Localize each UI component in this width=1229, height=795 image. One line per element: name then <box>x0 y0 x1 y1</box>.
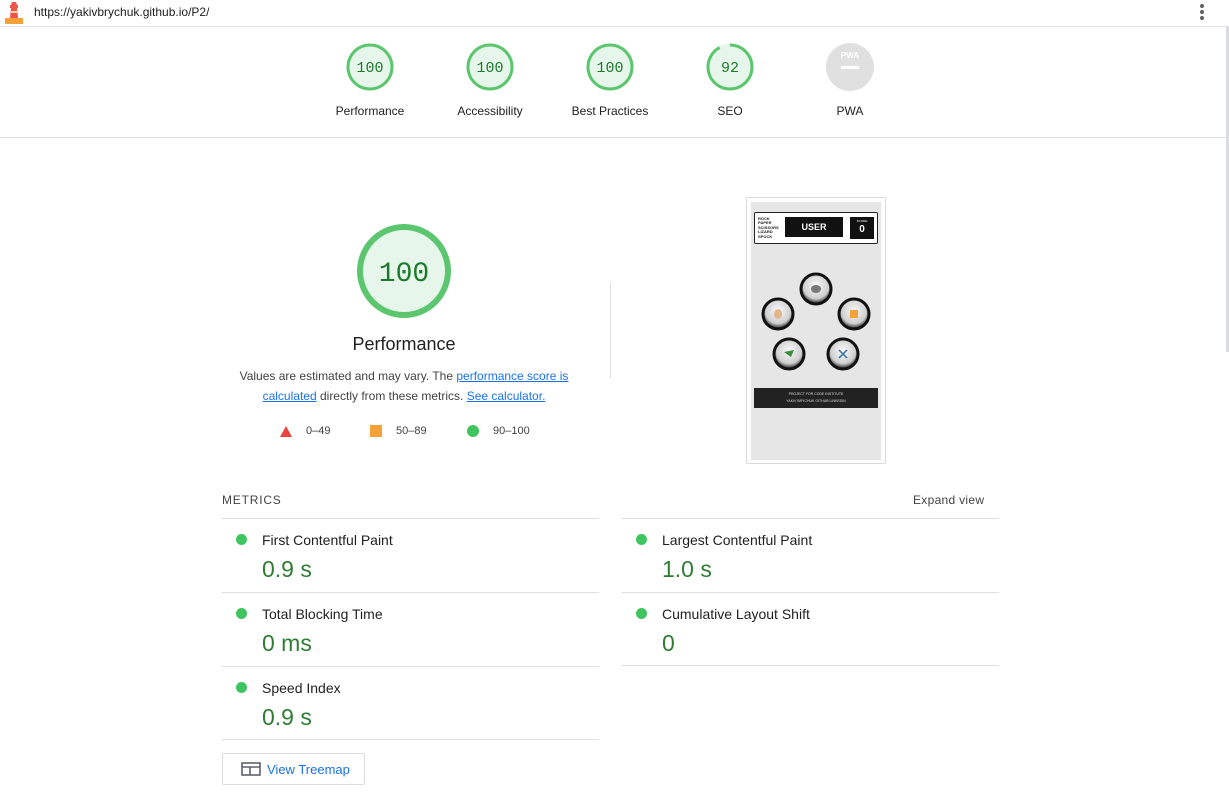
metric-value: 1.0 s <box>662 556 712 582</box>
performance-gauge: 100 <box>357 224 451 318</box>
metric-fcp: First Contentful Paint 0.9 s <box>222 518 599 592</box>
pass-dot-icon <box>236 608 247 619</box>
pwa-badge-icon: PWA <box>826 43 874 91</box>
gauge-label: SEO <box>717 104 743 118</box>
pass-dot-icon <box>236 682 247 693</box>
gauge-accessibility[interactable]: 100 Accessibility <box>430 42 550 118</box>
desc-text: Values are estimated and may vary. The <box>239 369 457 383</box>
pass-dot-icon <box>636 534 647 545</box>
legend-fail: 0–49 <box>280 425 330 437</box>
legend-pass: 90–100 <box>467 425 530 437</box>
screenshot-page: ROCK PAPER SCISSORS LIZARD SPOCK USER SC… <box>751 202 881 460</box>
score-value: 0 <box>859 224 865 235</box>
user-label: USER <box>785 217 843 237</box>
performance-title: Performance <box>352 334 456 354</box>
metric-value: 0 ms <box>262 630 312 656</box>
legend-label: 0–49 <box>306 425 331 437</box>
metric-name: Speed Index <box>262 680 341 696</box>
metric-cls: Cumulative Layout Shift 0 <box>622 592 999 666</box>
legend-label: 50–89 <box>396 425 427 437</box>
game-choice-buttons <box>761 272 871 371</box>
triangle-icon <box>280 425 292 437</box>
metric-value: 0.9 s <box>262 556 312 582</box>
score-gauge-icon: 92 <box>706 43 754 91</box>
url-bar: https://yakivbrychuk.github.io/P2/ <box>0 0 1229 27</box>
metric-name: Largest Contentful Paint <box>662 532 813 548</box>
footer-line: YAKIV BRYCHUK GITHUB LINKEDIN <box>786 399 846 403</box>
gauge-best-practices[interactable]: 100 Best Practices <box>550 42 670 118</box>
category-scores-header: 100 Performance 100 Accessibility 100 Be… <box>0 27 1229 138</box>
treemap-icon <box>241 762 261 776</box>
pass-dot-icon <box>636 608 647 619</box>
metrics-divider <box>622 665 999 666</box>
score-gauge-icon: 100 <box>586 43 634 91</box>
svg-text:100: 100 <box>596 60 623 77</box>
gauge-pwa[interactable]: PWA PWA <box>790 42 910 118</box>
svg-text:92: 92 <box>721 60 739 77</box>
vertical-divider <box>610 282 611 378</box>
gauge-performance[interactable]: 100 Performance <box>310 42 430 118</box>
square-icon <box>370 425 382 437</box>
final-screenshot[interactable]: ROCK PAPER SCISSORS LIZARD SPOCK USER SC… <box>746 197 886 464</box>
circle-icon <box>467 425 479 437</box>
expand-view-toggle[interactable]: Expand view <box>913 493 984 507</box>
metric-lcp: Largest Contentful Paint 1.0 s <box>622 518 999 592</box>
more-options-icon[interactable] <box>1198 3 1206 23</box>
svg-text:PWA: PWA <box>841 51 859 60</box>
gauge-label: Best Practices <box>571 104 649 118</box>
metric-name: Cumulative Layout Shift <box>662 606 810 622</box>
metrics-divider <box>222 739 599 740</box>
game-header: ROCK PAPER SCISSORS LIZARD SPOCK USER SC… <box>754 212 878 244</box>
metric-speed-index: Speed Index 0.9 s <box>222 666 599 740</box>
score-gauge-icon: 100 <box>346 43 394 91</box>
view-treemap-button[interactable]: View Treemap <box>222 753 365 785</box>
metric-name: Total Blocking Time <box>262 606 383 622</box>
legend-average: 50–89 <box>370 425 427 437</box>
gauge-label: PWA <box>836 104 864 118</box>
treemap-label: View Treemap <box>267 761 350 777</box>
svg-text:100: 100 <box>356 60 383 77</box>
see-calculator-link[interactable]: See calculator. <box>467 389 546 403</box>
game-footer: PROJECT FOR CODE INSTITUTE YAKIV BRYCHUK… <box>754 388 878 408</box>
game-options-text: ROCK PAPER SCISSORS LIZARD SPOCK <box>758 216 779 239</box>
metrics-title: METRICS <box>222 493 282 507</box>
gauge-label: Performance <box>335 104 405 118</box>
metric-value: 0 <box>662 630 675 656</box>
lighthouse-logo-icon <box>5 2 23 24</box>
score-box: SCORE 0 <box>850 217 874 239</box>
pass-dot-icon <box>236 534 247 545</box>
metric-name: First Contentful Paint <box>262 532 393 548</box>
gauge-seo[interactable]: 92 SEO <box>670 42 790 118</box>
score-gauge-icon: 100 <box>466 43 514 91</box>
footer-line: PROJECT FOR CODE INSTITUTE <box>788 392 844 396</box>
performance-description: Values are estimated and may vary. The p… <box>224 366 584 406</box>
legend-label: 90–100 <box>493 425 530 437</box>
metric-value: 0.9 s <box>262 704 312 730</box>
gauge-label: Accessibility <box>457 104 523 118</box>
svg-text:100: 100 <box>476 60 503 77</box>
score-label: SCORE <box>856 219 868 223</box>
desc-text: directly from these metrics. <box>316 389 467 403</box>
page-url: https://yakivbrychuk.github.io/P2/ <box>34 5 210 19</box>
metric-tbt: Total Blocking Time 0 ms <box>222 592 599 666</box>
svg-text:100: 100 <box>379 259 429 290</box>
